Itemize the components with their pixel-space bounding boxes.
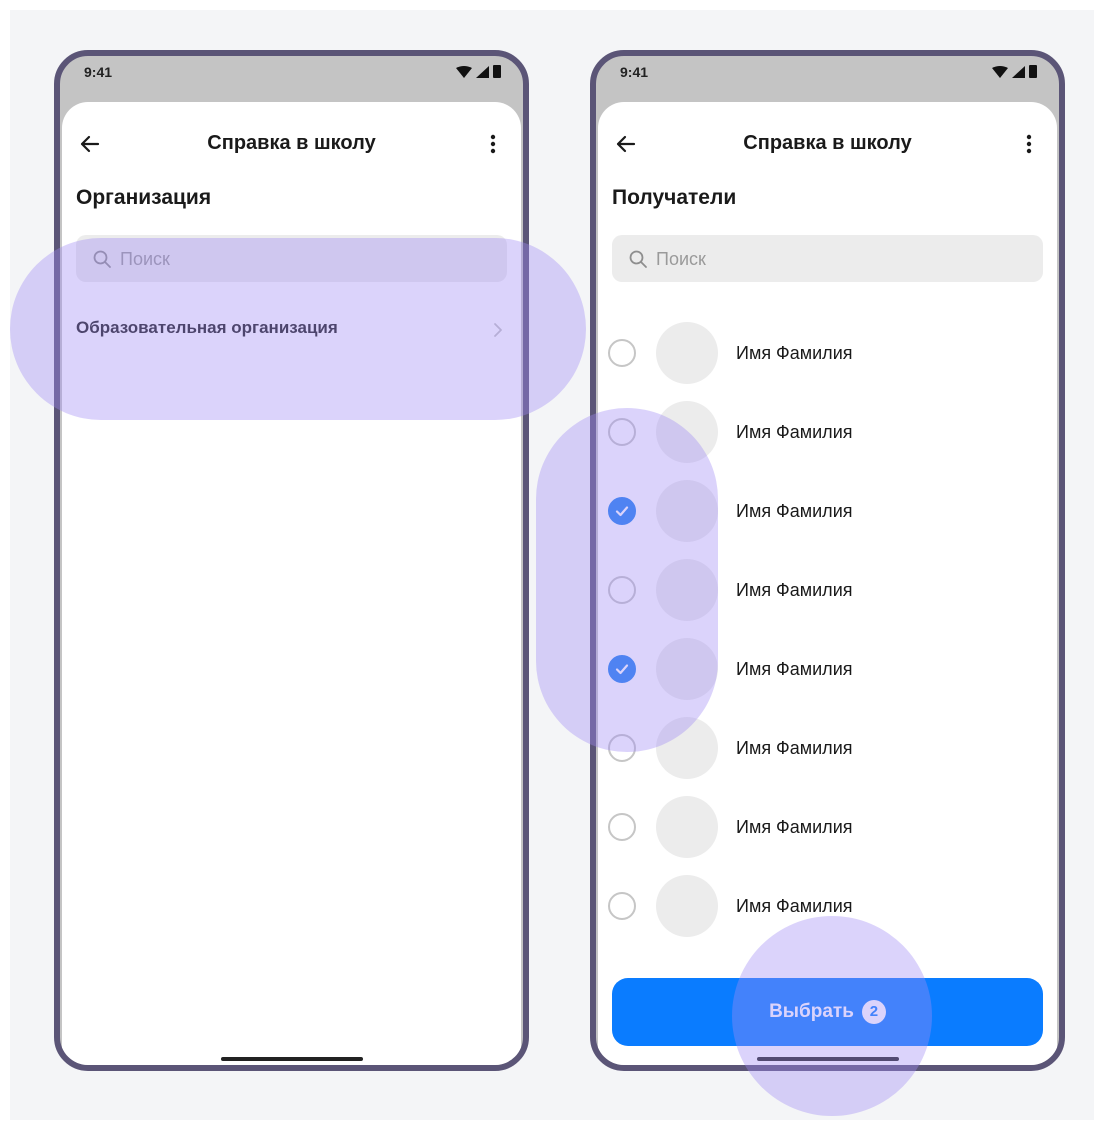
search-box[interactable] bbox=[76, 235, 507, 284]
app-bar: Справка в школу bbox=[62, 124, 521, 164]
signal-icon bbox=[476, 65, 489, 78]
recipient-name: Имя Фамилия bbox=[736, 659, 853, 679]
screen: Справка в школу Получатели Имя Фамилия bbox=[598, 102, 1057, 1065]
status-bar: 9:41 bbox=[60, 56, 523, 104]
recipient-row[interactable]: Имя Фамилия bbox=[598, 395, 1057, 474]
recipient-row[interactable]: Имя Фамилия bbox=[598, 632, 1057, 711]
radio-button[interactable] bbox=[608, 339, 636, 367]
recipient-name: Имя Фамилия bbox=[736, 501, 853, 521]
recipient-name: Имя Фамилия bbox=[736, 817, 853, 837]
page-title: Справка в школу bbox=[743, 132, 912, 154]
select-button[interactable]: Выбрать 2 bbox=[612, 978, 1043, 1046]
recipient-row[interactable]: Имя Фамилия bbox=[598, 316, 1057, 395]
phone-left: 9:41 Справка в школу Организация Поиск О… bbox=[54, 50, 529, 1071]
avatar bbox=[656, 401, 718, 463]
radio-button-checked[interactable] bbox=[608, 655, 636, 683]
status-icons bbox=[992, 65, 1037, 78]
avatar bbox=[656, 638, 718, 700]
status-bar: 9:41 bbox=[596, 56, 1059, 104]
avatar bbox=[656, 480, 718, 542]
search-input[interactable] bbox=[118, 235, 497, 284]
organization-label: Образовательная организация bbox=[76, 318, 338, 337]
chevron-right-icon bbox=[494, 323, 502, 337]
radio-button-checked[interactable] bbox=[608, 497, 636, 525]
status-icons bbox=[456, 65, 501, 78]
recipient-name: Имя Фамилия bbox=[736, 422, 853, 442]
battery-icon bbox=[493, 65, 501, 78]
search-box[interactable] bbox=[612, 235, 1043, 284]
radio-button[interactable] bbox=[608, 734, 636, 762]
search-input[interactable] bbox=[654, 235, 1033, 284]
organization-item[interactable]: Образовательная организация bbox=[70, 305, 513, 355]
radio-button[interactable] bbox=[608, 576, 636, 604]
section-title: Организация bbox=[76, 186, 212, 209]
recipient-name: Имя Фамилия bbox=[736, 343, 853, 363]
screen: Справка в школу Организация Образователь… bbox=[62, 102, 521, 1065]
recipient-row[interactable]: Имя Фамилия bbox=[598, 790, 1057, 869]
avatar bbox=[656, 875, 718, 937]
canvas: 9:41 Справка в школу Организация Поиск О… bbox=[10, 10, 1094, 1120]
checkmark-icon bbox=[615, 664, 629, 675]
avatar bbox=[656, 559, 718, 621]
radio-button[interactable] bbox=[608, 813, 636, 841]
recipient-row[interactable]: Имя Фамилия bbox=[598, 474, 1057, 553]
radio-button[interactable] bbox=[608, 418, 636, 446]
checkmark-icon bbox=[615, 506, 629, 517]
selected-count-badge: 2 bbox=[861, 1000, 886, 1024]
status-time: 9:41 bbox=[84, 64, 113, 80]
more-vertical-icon[interactable] bbox=[483, 130, 503, 158]
phone-right: 9:41 Справка в школу Получатели Поиск Им… bbox=[590, 50, 1065, 1071]
recipient-name: Имя Фамилия bbox=[736, 896, 853, 916]
avatar bbox=[656, 796, 718, 858]
recipient-name: Имя Фамилия bbox=[736, 738, 853, 758]
avatar bbox=[656, 322, 718, 384]
status-time: 9:41 bbox=[620, 64, 649, 80]
search-icon bbox=[93, 250, 111, 268]
signal-icon bbox=[1012, 65, 1025, 78]
search-icon bbox=[629, 250, 647, 268]
page-title: Справка в школу bbox=[207, 132, 376, 154]
home-indicator bbox=[220, 1057, 363, 1061]
app-bar: Справка в школу bbox=[598, 124, 1057, 164]
more-vertical-icon[interactable] bbox=[1019, 130, 1039, 158]
section-title: Получатели bbox=[612, 186, 737, 209]
recipient-row[interactable]: Имя Фамилия bbox=[598, 553, 1057, 632]
recipient-name: Имя Фамилия bbox=[736, 580, 853, 600]
battery-icon bbox=[1029, 65, 1037, 78]
avatar bbox=[656, 717, 718, 779]
recipient-row[interactable]: Имя Фамилия bbox=[598, 711, 1057, 790]
select-button-label: Выбрать bbox=[769, 1001, 854, 1022]
home-indicator bbox=[756, 1057, 899, 1061]
wifi-icon bbox=[992, 65, 1008, 78]
radio-button[interactable] bbox=[608, 892, 636, 920]
recipient-row[interactable]: Имя Фамилия bbox=[598, 869, 1057, 948]
wifi-icon bbox=[456, 65, 472, 78]
